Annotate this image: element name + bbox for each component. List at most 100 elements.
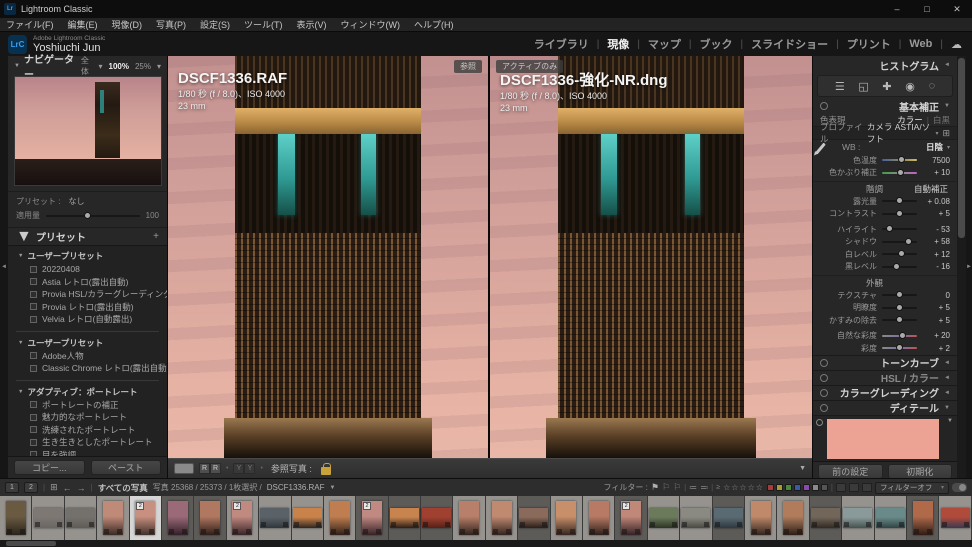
- unedited-filter-icon[interactable]: ≕: [700, 483, 708, 492]
- slider-track[interactable]: [882, 241, 917, 243]
- preset-checkbox-icon[interactable]: [30, 439, 37, 446]
- maximize-button[interactable]: □: [912, 0, 942, 18]
- source-dropdown-icon[interactable]: ▼: [330, 485, 336, 491]
- filmstrip-thumbnail[interactable]: [389, 496, 421, 540]
- edit-icon[interactable]: ☰: [835, 80, 845, 93]
- red-eye-icon[interactable]: ◉: [905, 80, 915, 93]
- preset-item[interactable]: Classic Chrome レトロ(露出自動): [8, 362, 167, 375]
- detail-preview-swatch[interactable]: [827, 419, 939, 459]
- basic-panel-header[interactable]: 基本補正 ▼: [813, 98, 957, 114]
- filmstrip-thumbnail[interactable]: [551, 496, 583, 540]
- preset-checkbox-icon[interactable]: [30, 401, 37, 408]
- preset-item[interactable]: 魅力的なポートレート: [8, 411, 167, 424]
- filmstrip-thumbnail[interactable]: 2: [356, 496, 388, 540]
- rejected-filter-icon[interactable]: ⚐: [673, 482, 681, 493]
- copy-button[interactable]: コピー...: [14, 460, 85, 475]
- back-arrow-icon[interactable]: ←: [63, 483, 72, 493]
- preset-item[interactable]: Provia レトロ(露出自動): [8, 301, 167, 314]
- slider-track[interactable]: [882, 347, 917, 349]
- rating-operator[interactable]: ≥: [716, 484, 720, 491]
- color-label-chip-1[interactable]: [767, 484, 774, 491]
- filter-preset-button[interactable]: [836, 483, 846, 492]
- lock-icon[interactable]: [321, 467, 331, 475]
- filmstrip-thumbnail[interactable]: [324, 496, 356, 540]
- slider-thumb[interactable]: [896, 210, 903, 217]
- navigator-header[interactable]: ▼ ナビゲーター 全体▾100%25%▾: [8, 56, 167, 76]
- preset-item[interactable]: Astia レトロ(露出自動): [8, 276, 167, 289]
- module-tab-2[interactable]: 現像: [607, 36, 629, 52]
- slider-track[interactable]: [882, 159, 917, 161]
- preset-item[interactable]: 洗練されたポートレート: [8, 424, 167, 437]
- zoom-level-全体[interactable]: 全体: [81, 55, 93, 77]
- preset-checkbox-icon[interactable]: [30, 316, 37, 323]
- slider-thumb[interactable]: [905, 238, 912, 245]
- panel-header-カラーグレーディング[interactable]: カラーグレーディング◄: [813, 385, 957, 400]
- amount-slider-thumb[interactable]: [84, 212, 91, 219]
- filmstrip-thumbnail[interactable]: [259, 496, 291, 540]
- filter-preset-button[interactable]: [849, 483, 859, 492]
- forward-arrow-icon[interactable]: →: [77, 483, 86, 493]
- detail-panel-header[interactable]: ディテール ▼: [813, 400, 957, 415]
- main-window-button[interactable]: 1: [5, 482, 19, 493]
- detail-options-icon[interactable]: ▼: [947, 418, 953, 424]
- menu-item-d[interactable]: 現像(D): [112, 18, 143, 31]
- filter-preset-dropdown[interactable]: フィルターオフ ▾: [875, 482, 949, 494]
- slider-track[interactable]: [882, 319, 917, 321]
- toolbar-options-dropdown[interactable]: ▼: [799, 465, 806, 472]
- amount-slider[interactable]: [46, 215, 140, 217]
- color-label-chip-6[interactable]: [812, 484, 819, 491]
- filmstrip-thumbnail[interactable]: [162, 496, 194, 540]
- color-label-chip-3[interactable]: [785, 484, 792, 491]
- flagged-filter-icon[interactable]: ⚑: [651, 482, 659, 493]
- grid-view-icon[interactable]: ⊞: [50, 482, 58, 493]
- filmstrip-thumbnail[interactable]: 2: [615, 496, 647, 540]
- loupe-view-icon[interactable]: [174, 463, 194, 474]
- filmstrip-thumbnail[interactable]: [745, 496, 777, 540]
- edited-filter-icon[interactable]: ≔: [689, 483, 697, 492]
- filmstrip-thumbnail[interactable]: [842, 496, 874, 540]
- filmstrip-thumbnail[interactable]: [486, 496, 518, 540]
- zoom-level-100pct[interactable]: 100%: [109, 62, 129, 71]
- before-after-right-button[interactable]: Y: [244, 463, 255, 474]
- preset-checkbox-icon[interactable]: [30, 414, 37, 421]
- module-tab-7[interactable]: Web: [909, 38, 932, 50]
- filmstrip-thumbnail[interactable]: [0, 496, 32, 540]
- filmstrip-thumbnail[interactable]: [680, 496, 712, 540]
- reference-view-left-button[interactable]: R: [199, 463, 210, 474]
- panel-toggle-icon[interactable]: [820, 404, 828, 412]
- menu-item-v[interactable]: 表示(V): [297, 18, 327, 31]
- preset-item[interactable]: 20220408: [8, 263, 167, 276]
- zoom-level-25pct[interactable]: 25%: [135, 62, 151, 71]
- filmstrip-thumbnail[interactable]: [939, 496, 971, 540]
- filter-toggle-switch[interactable]: [952, 483, 967, 492]
- reset-button[interactable]: 初期化: [888, 464, 953, 479]
- menu-item-e[interactable]: 編集(E): [68, 18, 98, 31]
- preset-group-header[interactable]: ▼ユーザープリセット: [8, 249, 167, 263]
- preset-checkbox-icon[interactable]: [30, 426, 37, 433]
- slider-track[interactable]: [882, 213, 917, 215]
- slider-thumb[interactable]: [898, 156, 905, 163]
- cloud-sync-icon[interactable]: ☁: [951, 38, 962, 51]
- reference-view-right-button[interactable]: R: [210, 463, 221, 474]
- preset-checkbox-icon[interactable]: [30, 352, 37, 359]
- before-after-left-button[interactable]: Y: [233, 463, 244, 474]
- compare-pane-reference[interactable]: 参照 DSCF1336.RAF 1/80 秒 (f / 8.0)、ISO 400…: [168, 56, 490, 458]
- preset-group-header[interactable]: ▼ユーザープリセット: [8, 336, 167, 350]
- filmstrip-thumbnail[interactable]: [194, 496, 226, 540]
- module-tab-6[interactable]: プリント: [847, 36, 891, 52]
- wb-value[interactable]: 日陰: [926, 141, 943, 153]
- slider-thumb[interactable]: [893, 263, 900, 270]
- scrollbar-thumb[interactable]: [6, 541, 56, 546]
- crop-icon[interactable]: ◱: [858, 80, 868, 93]
- slider-thumb[interactable]: [886, 225, 893, 232]
- preset-checkbox-icon[interactable]: [30, 266, 37, 273]
- profile-dropdown-icon[interactable]: ▾: [935, 130, 938, 137]
- filmstrip-thumbnail[interactable]: [583, 496, 615, 540]
- module-tab-1[interactable]: ライブラリ: [534, 36, 589, 52]
- slider-track[interactable]: [882, 228, 917, 230]
- filmstrip-thumbnail[interactable]: [65, 496, 97, 540]
- white-balance-eyedropper-icon[interactable]: [815, 143, 826, 155]
- unflagged-filter-icon[interactable]: ⚐: [662, 482, 670, 493]
- preset-checkbox-icon[interactable]: [30, 291, 37, 298]
- module-tab-3[interactable]: マップ: [648, 36, 681, 52]
